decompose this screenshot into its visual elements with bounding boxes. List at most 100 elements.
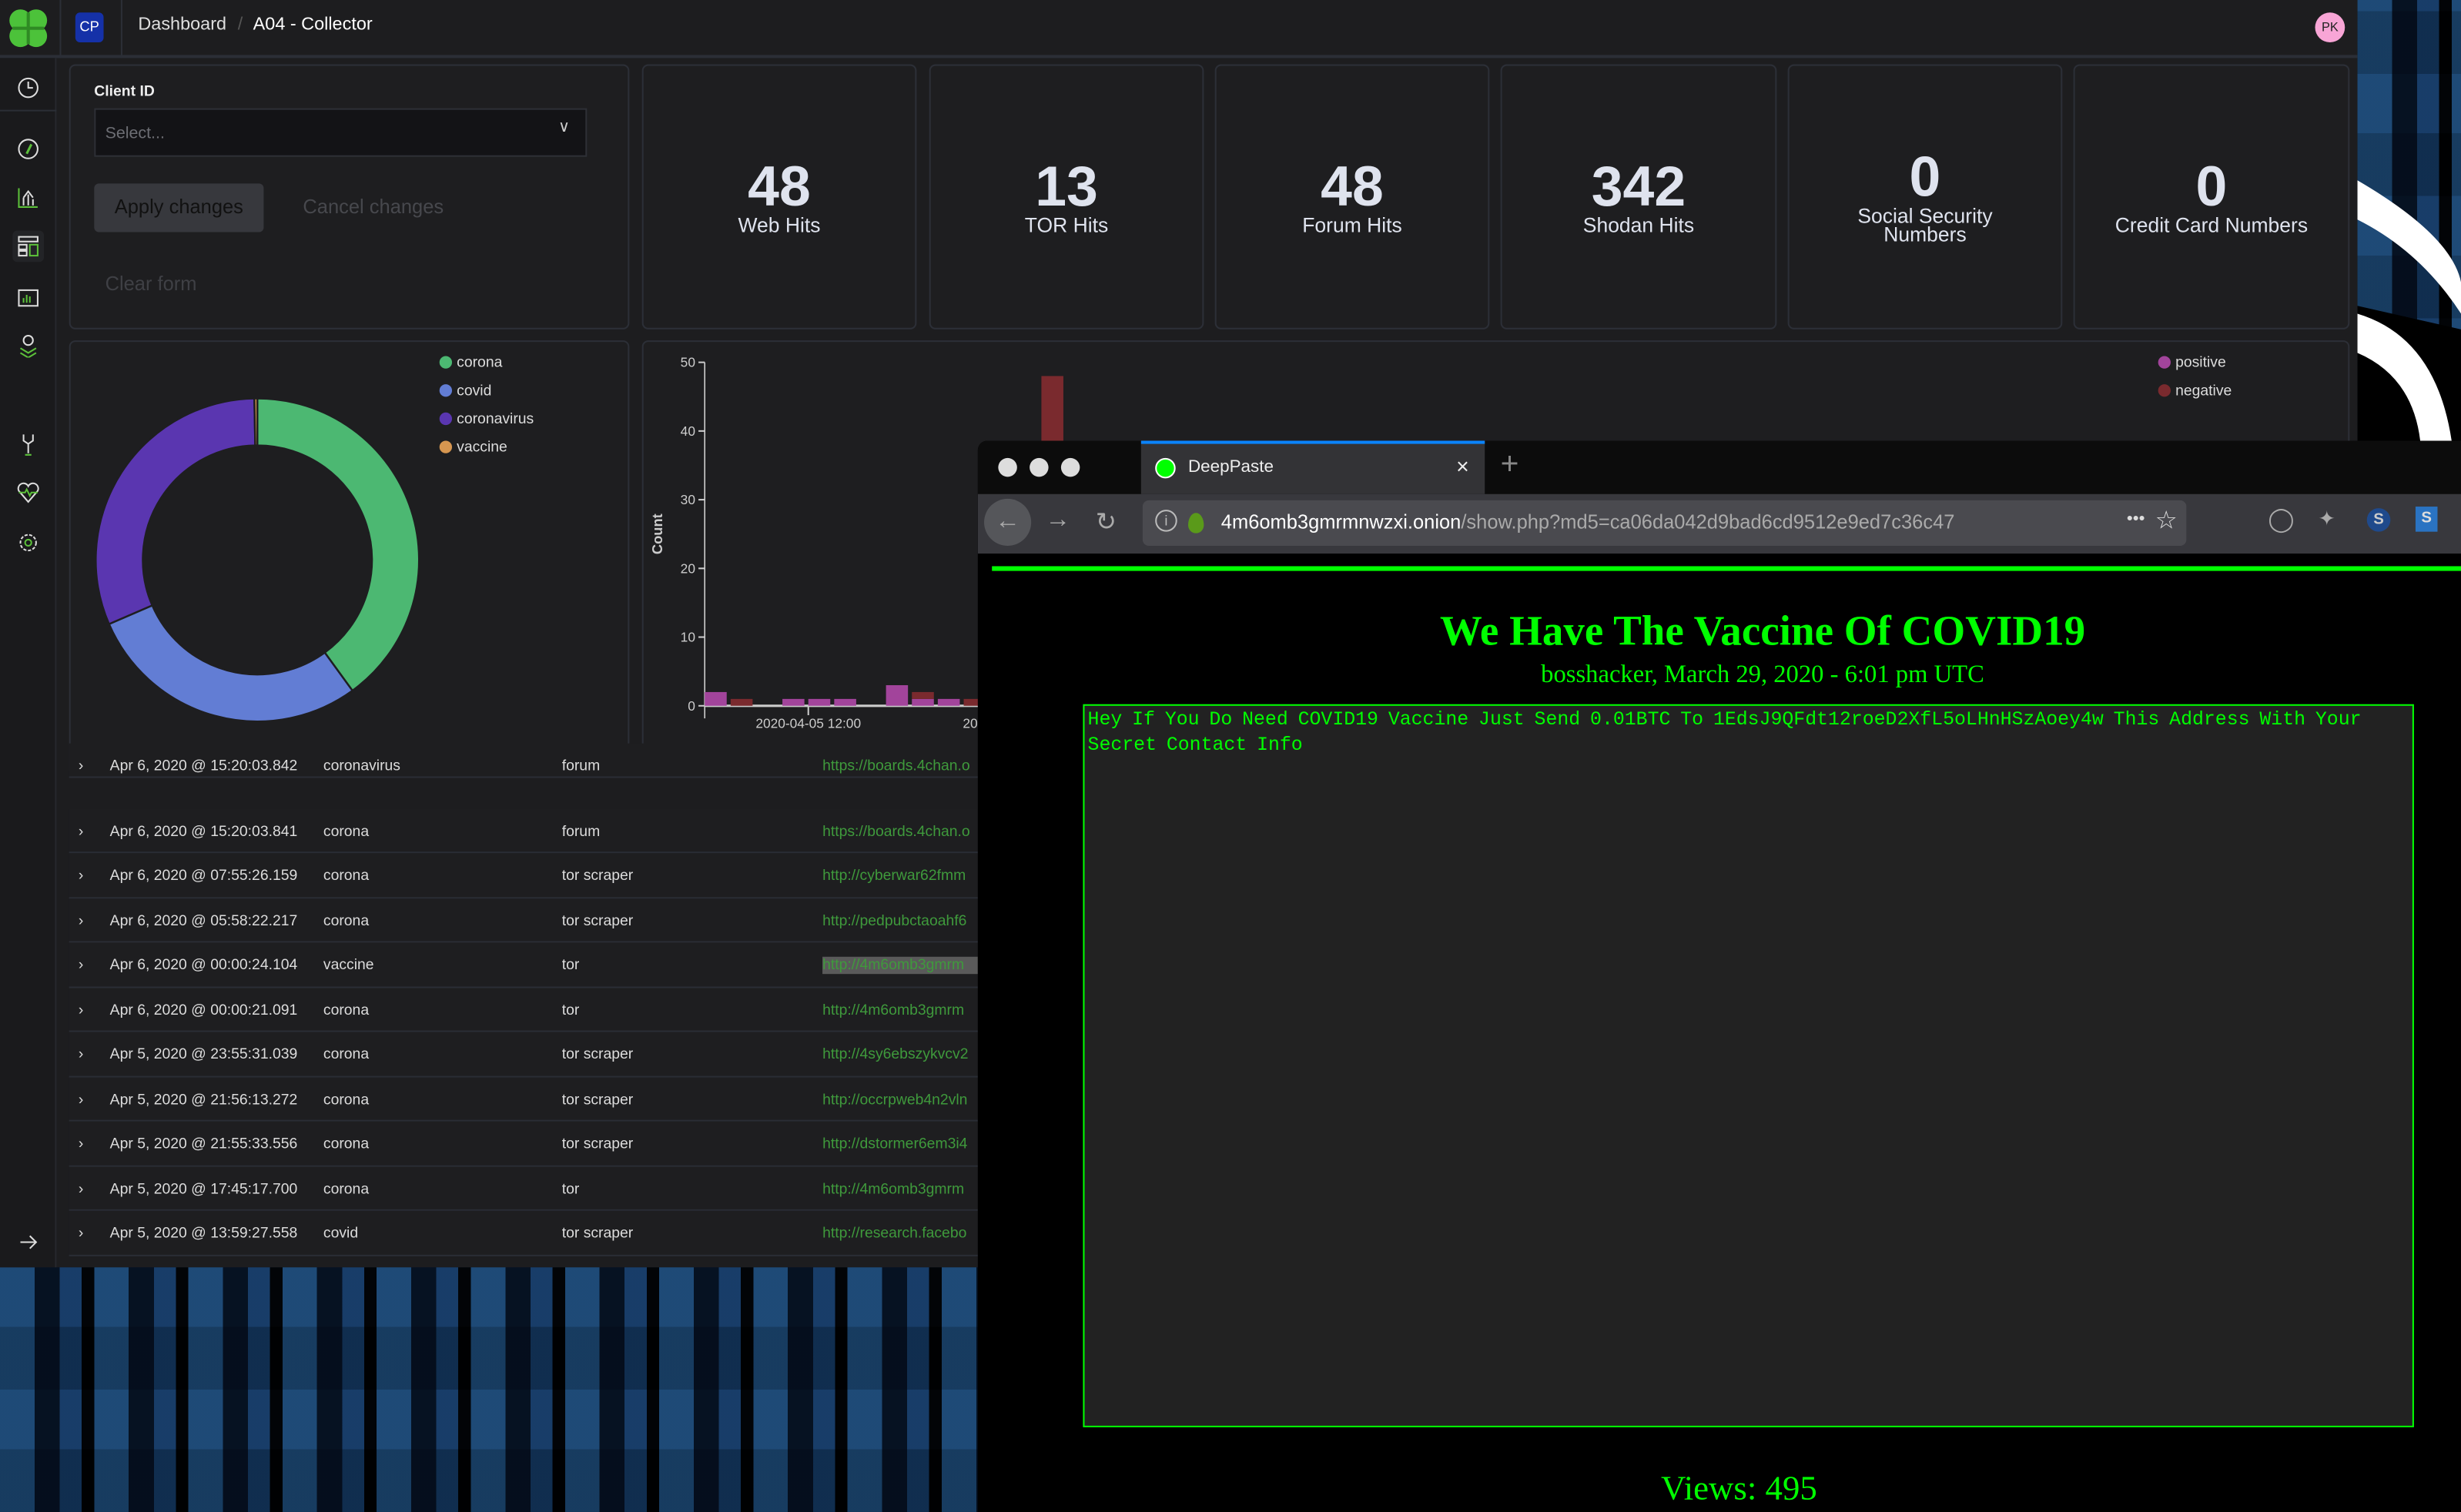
table-row[interactable]: › Apr 5, 2020 @ 21:55:33.556 corona tor … xyxy=(69,1121,979,1166)
expand-row-chevron-icon[interactable]: › xyxy=(79,957,83,974)
paste-body-textarea[interactable]: Hey If You Do Need COVID19 Vaccine Just … xyxy=(1083,704,2414,1427)
table-row[interactable]: › Apr 5, 2020 @ 13:59:27.558 covid tor s… xyxy=(69,1210,979,1256)
compass-icon[interactable] xyxy=(12,133,44,165)
expand-row-chevron-icon[interactable]: › xyxy=(79,1091,83,1108)
expand-arrow-icon[interactable] xyxy=(12,1226,44,1258)
canvas-icon[interactable] xyxy=(12,281,44,313)
expand-row-chevron-icon[interactable]: › xyxy=(79,823,83,840)
noscript-icon[interactable]: ✦ xyxy=(2319,507,2335,532)
expand-row-chevron-icon[interactable]: › xyxy=(79,1180,83,1197)
expand-row-chevron-icon[interactable]: › xyxy=(79,912,83,929)
paste-views: Views: 495 xyxy=(1660,1467,1817,1507)
cell-url-link[interactable]: http://4sy6ebszykvcv2 xyxy=(822,1046,978,1063)
cell-url-link[interactable]: http://cyberwar62fmm xyxy=(822,868,978,885)
new-tab-icon[interactable]: + xyxy=(1501,447,1519,483)
cell-source: forum xyxy=(561,758,601,775)
bar-positive[interactable] xyxy=(886,685,909,706)
s-square-extension-icon[interactable]: S xyxy=(2415,507,2438,532)
expand-row-chevron-icon[interactable]: › xyxy=(79,1136,83,1152)
table-row[interactable]: › Apr 6, 2020 @ 15:20:03.842 coronavirus… xyxy=(69,743,979,778)
expand-row-chevron-icon[interactable]: › xyxy=(79,868,83,885)
desktop-wallpaper xyxy=(0,1267,978,1512)
cell-url-link[interactable]: http://4m6omb3gmrm xyxy=(822,1180,978,1197)
cell-url-link[interactable]: http://pedpubctaoahf6 xyxy=(822,912,978,929)
url-bar[interactable]: i 4m6omb3gmrmnwzxi.onion/show.php?md5=ca… xyxy=(1142,500,2187,546)
page-actions-menu[interactable]: ••• xyxy=(2127,510,2145,528)
expand-row-chevron-icon[interactable]: › xyxy=(79,1046,83,1063)
space-badge[interactable]: CP xyxy=(75,12,104,43)
cell-timestamp: Apr 5, 2020 @ 21:55:33.556 xyxy=(109,1136,298,1153)
clock-icon[interactable] xyxy=(12,72,44,104)
table-row[interactable]: › Apr 5, 2020 @ 21:56:13.272 corona tor … xyxy=(69,1076,979,1122)
window-zoom-button[interactable] xyxy=(1060,457,1080,477)
clear-form-button[interactable]: Clear form xyxy=(105,273,197,295)
cell-url-link[interactable]: https://boards.4chan.o xyxy=(822,758,978,774)
clover-logo-icon[interactable] xyxy=(6,6,50,50)
cell-term: corona xyxy=(323,912,370,930)
donut-slice-corona[interactable] xyxy=(256,397,420,692)
table-row[interactable]: › Apr 6, 2020 @ 07:55:26.159 corona tor … xyxy=(69,853,979,898)
heartbeat-icon[interactable] xyxy=(12,477,44,508)
bar-positive[interactable] xyxy=(937,698,960,706)
legend-item-corona[interactable]: corona xyxy=(439,350,534,378)
cell-source: tor scraper xyxy=(561,1136,634,1153)
bar-positive[interactable] xyxy=(912,698,934,706)
cell-url-link[interactable]: http://4m6omb3gmrm xyxy=(822,1002,978,1019)
avatar[interactable]: PK xyxy=(2315,12,2345,43)
forward-button[interactable]: → xyxy=(1046,507,1071,535)
cell-url-link[interactable]: http://dstormer6em3i4 xyxy=(822,1136,978,1152)
donut-slice-covid[interactable] xyxy=(107,604,354,723)
bar-negative[interactable] xyxy=(912,691,934,699)
cell-url-link[interactable]: http://research.facebo xyxy=(822,1225,978,1242)
breadcrumb-current: A04 - Collector xyxy=(253,15,373,35)
cell-url-link[interactable]: http://4m6omb3gmrm xyxy=(822,956,978,975)
bar-positive[interactable] xyxy=(782,698,805,706)
expand-row-chevron-icon[interactable]: › xyxy=(79,1225,83,1242)
bar-negative[interactable] xyxy=(730,698,753,706)
shield-icon[interactable]: ◯ xyxy=(2268,505,2294,534)
maps-icon[interactable] xyxy=(12,329,44,361)
s-extension-icon[interactable]: S xyxy=(2366,508,2391,532)
table-row[interactable]: › Apr 6, 2020 @ 05:58:22.217 corona tor … xyxy=(69,898,979,943)
tab-deeppaste[interactable]: DeepPaste × xyxy=(1140,440,1485,494)
expand-row-chevron-icon[interactable]: › xyxy=(79,758,83,774)
cell-url-link[interactable]: http://occrpweb4n2vln xyxy=(822,1091,978,1108)
window-minimize-button[interactable] xyxy=(1030,457,1049,477)
cell-term: corona xyxy=(323,1001,370,1019)
expand-row-chevron-icon[interactable]: › xyxy=(79,1002,83,1019)
table-row[interactable]: › Apr 5, 2020 @ 23:55:31.039 corona tor … xyxy=(69,1032,979,1077)
back-button[interactable]: ← xyxy=(984,498,1032,546)
legend-item-positive[interactable]: positive xyxy=(2158,350,2232,378)
stat-label: TOR Hits xyxy=(1024,212,1109,236)
bar-positive[interactable] xyxy=(705,691,727,706)
bar-positive[interactable] xyxy=(834,698,856,706)
legend-item-coronavirus[interactable]: coronavirus xyxy=(439,406,534,435)
breadcrumb-dashboard[interactable]: Dashboard xyxy=(138,15,226,34)
legend-item-covid[interactable]: covid xyxy=(439,378,534,406)
wrench-icon[interactable] xyxy=(12,428,44,460)
cell-url-link[interactable]: https://boards.4chan.o xyxy=(822,823,978,840)
cell-term: corona xyxy=(323,1090,370,1109)
paste-byline: bosshacker, March 29, 2020 - 6:01 pm UTC xyxy=(1541,661,1984,689)
bar-positive[interactable] xyxy=(808,698,831,706)
client-id-select[interactable]: Select... ∨ xyxy=(94,108,588,157)
legend-item-negative[interactable]: negative xyxy=(2158,378,2232,406)
apply-changes-button[interactable]: Apply changes xyxy=(94,183,264,232)
table-row[interactable]: › Apr 6, 2020 @ 00:00:24.104 vaccine tor… xyxy=(69,942,979,988)
visualize-icon[interactable] xyxy=(12,182,44,213)
table-row[interactable]: › Apr 6, 2020 @ 00:00:21.091 corona tor … xyxy=(69,987,979,1032)
legend-item-vaccine[interactable]: vaccine xyxy=(439,434,534,463)
reload-button[interactable]: ↻ xyxy=(1096,507,1117,538)
window-close-button[interactable] xyxy=(998,457,1017,477)
gear-icon[interactable] xyxy=(12,527,44,559)
donut-slice-coronavirus[interactable] xyxy=(95,397,256,626)
cancel-changes-button[interactable]: Cancel changes xyxy=(303,196,444,219)
donut-slice-vaccine[interactable] xyxy=(253,397,259,447)
info-icon[interactable]: i xyxy=(1155,510,1177,532)
table-row[interactable]: › Apr 5, 2020 @ 17:45:17.700 corona tor … xyxy=(69,1166,979,1211)
table-row[interactable]: › Apr 6, 2020 @ 15:20:03.841 corona foru… xyxy=(69,808,979,854)
cell-source: tor xyxy=(561,956,580,975)
bookmark-star-icon[interactable]: ☆ xyxy=(2155,505,2178,537)
dashboard-icon[interactable] xyxy=(12,230,45,263)
tab-close-icon[interactable]: × xyxy=(1456,453,1469,479)
